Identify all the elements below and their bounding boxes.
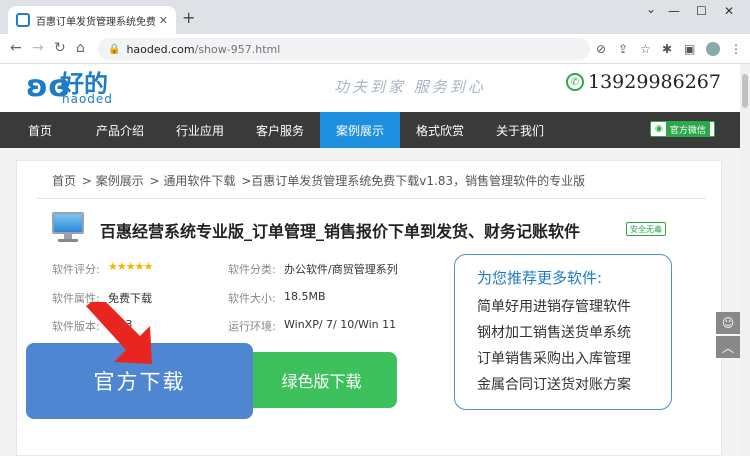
size-label: 软件大小: (228, 292, 276, 305)
bookmark-star-icon[interactable]: ☆ (640, 42, 651, 56)
new-tab-button[interactable]: + (182, 8, 195, 27)
back-to-top-icon[interactable]: ︿ (716, 336, 740, 358)
chat-icon[interactable]: ☺ (716, 312, 740, 334)
chevron-down-icon[interactable]: ⌄ (646, 2, 656, 16)
favicon-icon (16, 13, 30, 27)
nav-item-formats[interactable]: 格式欣赏 (400, 112, 480, 148)
close-window-icon[interactable]: ✕ (724, 4, 734, 18)
page-scrollbar[interactable] (740, 64, 750, 456)
minimize-icon[interactable]: — (668, 4, 680, 18)
red-arrow-icon (86, 302, 152, 364)
breadcrumb-cases[interactable]: > 案例展示 (82, 174, 144, 188)
browser-tab[interactable]: 百惠订单发货管理系统免费下载 ✕ (8, 6, 176, 34)
breadcrumb-home[interactable]: 首页 (52, 174, 76, 188)
phone-icon: ✆ (566, 73, 584, 91)
logo-text-en[interactable]: haoded (62, 92, 113, 106)
url-host: haoded.com (126, 42, 195, 56)
category-label: 软件分类: (228, 263, 276, 276)
wechat-badge[interactable]: ◉ 官方微信 (650, 121, 715, 137)
phone-number: 13929986267 (588, 71, 721, 93)
monitor-icon (52, 212, 84, 244)
lock-icon: 🔒 (108, 43, 121, 55)
env-value: WinXP/ 7/ 10/Win 11 (284, 318, 397, 331)
site-header: ʚɞ 好的 haoded 功夫到家 服务到心 ✆ 13929986267 (0, 64, 740, 112)
tab-close-icon[interactable]: ✕ (159, 14, 168, 27)
wechat-label: 官方微信 (665, 121, 710, 137)
software-title: 百惠经营系统专业版_订单管理_销售报价下单到发货、财务记账软件 (100, 222, 581, 241)
maximize-icon[interactable]: ☐ (696, 4, 707, 18)
back-icon[interactable]: ← (10, 40, 22, 56)
wechat-icon: ◉ (655, 124, 663, 134)
category-value: 办公软件/商贸管理系列 (284, 263, 398, 276)
share-icon[interactable]: ⇪ (618, 42, 628, 56)
breadcrumb-current: >百惠订单发货管理系统免费下载v1.83，销售管理软件的专业版 (241, 174, 586, 188)
nav-item-cases[interactable]: 案例展示 (320, 112, 400, 148)
nav-item-industry[interactable]: 行业应用 (160, 112, 240, 148)
recommend-heading: 为您推荐更多软件: (477, 269, 603, 287)
profile-avatar[interactable] (706, 42, 720, 56)
safe-badge: 安全无毒 (626, 222, 666, 236)
recommend-box: 为您推荐更多软件: 简单好用进销存管理软件 钢材加工销售送货单系统 订单销售采购… (454, 254, 672, 410)
divider (36, 198, 706, 199)
rating-stars: ★★★★★ (108, 260, 153, 273)
nav-item-about[interactable]: 关于我们 (480, 112, 560, 148)
nav-item-home[interactable]: 首页 (0, 112, 80, 148)
slogan: 功夫到家 服务到心 (334, 78, 486, 96)
menu-icon[interactable]: ⋮ (730, 42, 742, 56)
main-nav: 首页 产品介绍 行业应用 客户服务 案例展示 格式欣赏 关于我们 (0, 112, 740, 148)
green-download-button[interactable]: 绿色版下载 (246, 352, 397, 408)
recommend-item[interactable]: 钢材加工销售送货单系统 (477, 320, 671, 346)
scrollbar-thumb[interactable] (742, 74, 748, 108)
tab-title: 百惠订单发货管理系统免费下载 (36, 16, 155, 28)
browser-tab-bar: 百惠订单发货管理系统免费下载 ✕ + ⌄ — ☐ ✕ (0, 0, 750, 34)
breadcrumb: 首页 > 案例展示 > 通用软件下载 >百惠订单发货管理系统免费下载v1.83，… (52, 172, 587, 189)
env-label: 运行环境: (228, 320, 276, 333)
rating-label: 软件评分: (52, 263, 100, 276)
breadcrumb-download[interactable]: > 通用软件下载 (150, 174, 236, 188)
recommend-item[interactable]: 金属合同订送货对账方案 (477, 372, 671, 398)
forward-icon[interactable]: → (32, 40, 44, 56)
recommend-item[interactable]: 简单好用进销存管理软件 (477, 294, 671, 320)
recommend-item[interactable]: 订单销售采购出入库管理 (477, 346, 671, 372)
sidebar-icon[interactable]: ▣ (684, 42, 695, 56)
hao-logo-icon[interactable]: ʚɞ (26, 69, 70, 105)
eye-off-icon[interactable]: ⊘ (596, 42, 606, 56)
url-path: /show-957.html (194, 42, 281, 56)
phone-contact: ✆ 13929986267 (566, 71, 721, 93)
home-icon[interactable]: ⌂ (76, 40, 85, 56)
address-bar-row: ← → ↻ ⌂ 🔒 haoded.com/show-957.html ⊘ ⇪ ☆… (0, 34, 750, 64)
reload-icon[interactable]: ↻ (54, 40, 66, 56)
extensions-icon[interactable]: ✱ (662, 42, 672, 56)
nav-item-service[interactable]: 客户服务 (240, 112, 320, 148)
nav-item-products[interactable]: 产品介绍 (80, 112, 160, 148)
size-value: 18.5MB (284, 290, 326, 303)
url-field[interactable]: 🔒 haoded.com/show-957.html (98, 38, 590, 60)
